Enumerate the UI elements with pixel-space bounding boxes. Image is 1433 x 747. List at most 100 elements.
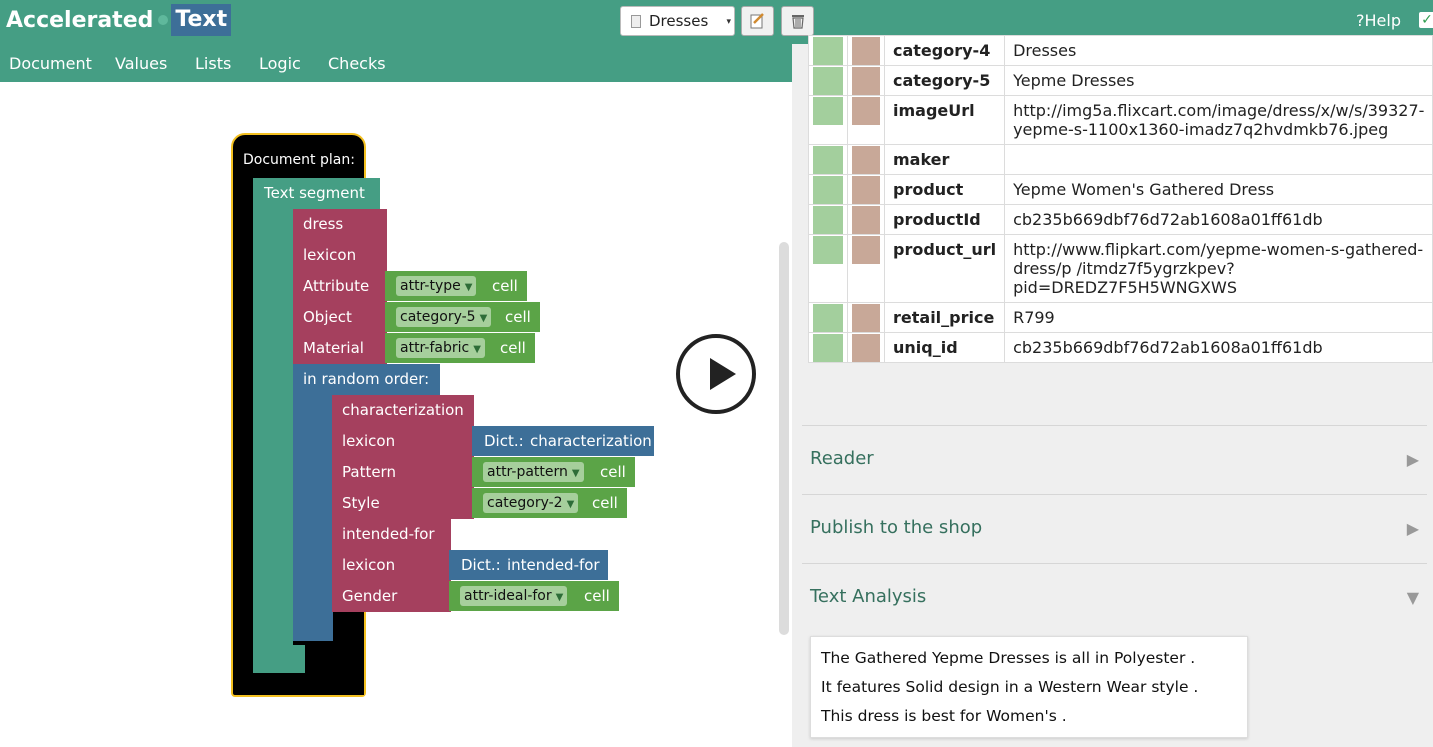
field-value [1004,144,1433,175]
attribute-cell-value: attr-type [400,278,461,294]
table-row: product Yepme Women's Gathered Dress [808,174,1433,205]
value-block-icon[interactable] [813,37,843,65]
object-cell-dropdown[interactable]: category-5 ▼ [396,307,492,327]
value-block-icon[interactable] [813,176,843,204]
field-value: cb235b669dbf76d72ab1608a01ff61db [1004,332,1433,363]
field-value: cb235b669dbf76d72ab1608a01ff61db [1004,204,1433,235]
dropdown-arrow-icon: ▼ [555,592,564,603]
block-category-toolbar: Document Values Lists Logic Checks [0,44,792,82]
value-block-icon[interactable] [813,236,843,264]
dress-lexicon-label: lexicon [303,246,357,264]
dropdown-arrow-icon: ▼ [479,313,488,324]
field-key: imageUrl [883,95,1006,145]
material-label: Material [303,339,364,357]
table-row: retail_price R799 [808,302,1433,333]
dropdown-arrow-icon: ▼ [571,468,580,479]
expand-arrow-icon: ▶ [1406,519,1419,538]
value-block-cell [808,332,848,363]
characterization-dict-value[interactable]: characterization [530,432,652,450]
toolbar-checks[interactable]: Checks [328,54,386,73]
intended-for-dict-value[interactable]: intended-for [507,556,600,574]
intended-for-lexicon-label: lexicon [342,556,396,574]
puzzle-piece-icon[interactable] [852,334,880,362]
workspace-scrollbar[interactable] [779,242,789,635]
data-table: category-4 Dresses category-5 Yepme Dresses… [808,35,1433,363]
pattern-label: Pattern [342,463,396,481]
puzzle-piece-icon[interactable] [852,67,880,95]
puzzle-piece-icon[interactable] [852,206,880,234]
cell-label: cell [505,308,531,326]
field-value: Dresses [1004,35,1433,66]
pattern-cell-dropdown[interactable]: attr-pattern ▼ [483,462,584,482]
value-block-icon[interactable] [813,304,843,332]
cell-label: cell [500,339,526,357]
edit-icon [750,13,764,29]
material-cell-dropdown[interactable]: attr-fabric ▼ [396,338,485,358]
value-block-cell [808,65,848,96]
publish-section[interactable]: Publish to the shop ▶ [802,494,1427,562]
cell-label: cell [584,587,610,605]
check-icon[interactable]: ✓ [1419,12,1433,28]
value-block-icon[interactable] [813,334,843,362]
help-link[interactable]: ?Help [1356,11,1401,30]
value-block-cell [808,204,848,235]
field-value: Yepme Dresses [1004,65,1433,96]
reader-section[interactable]: Reader ▶ [802,425,1427,493]
collapse-arrow-icon: ▼ [1406,588,1419,607]
toolbar-document[interactable]: Document [9,54,92,73]
puzzle-piece-icon[interactable] [852,236,880,264]
document-plan-label: Document plan: [243,152,355,168]
value-block-icon[interactable] [813,146,843,174]
analysis-line: This dress is best for Women's . [821,707,1067,725]
toolbar-values[interactable]: Values [115,54,167,73]
puzzle-piece-icon[interactable] [852,304,880,332]
analysis-line: The Gathered Yepme Dresses is all in Pol… [821,649,1196,667]
field-key: category-5 [883,65,1006,96]
dropdown-arrow-icon: ▼ [473,344,481,355]
play-button[interactable] [676,334,756,414]
reader-title: Reader [810,448,874,469]
field-block-cell [847,204,885,235]
puzzle-piece-icon[interactable] [852,176,880,204]
document-plan-notch-cover [243,676,364,695]
field-key: retail_price [883,302,1006,333]
toolbar-logic[interactable]: Logic [259,54,301,73]
document-select[interactable]: Dresses ▾ [620,6,735,36]
puzzle-piece-icon[interactable] [852,37,880,65]
document-icon [631,14,641,28]
style-cell-dropdown[interactable]: category-2 ▼ [483,493,579,513]
object-cell-value: category-5 [400,309,476,325]
pattern-cell-value: attr-pattern [487,464,568,480]
dress-label: dress [303,215,344,233]
delete-button[interactable] [781,6,814,36]
field-block-cell [847,35,885,66]
text-analysis-section[interactable]: Text Analysis ▼ [802,563,1427,631]
gender-cell-value: attr-ideal-for [464,588,552,604]
text-segment-body [253,210,293,658]
gender-cell-dropdown[interactable]: attr-ideal-for ▼ [460,586,568,606]
value-block-icon[interactable] [813,97,843,125]
logo-dot [158,15,169,25]
field-key: product_url [883,234,1006,303]
app-logo: Accelerated Text [4,4,232,36]
trash-icon [791,15,804,29]
text-segment-label: Text segment [264,184,365,202]
value-block-icon[interactable] [813,206,843,234]
analysis-line: It features Solid design in a Western We… [821,678,1199,696]
object-label: Object [303,308,352,326]
field-key: maker [883,144,1006,175]
field-value: Yepme Women's Gathered Dress [1004,174,1433,205]
attribute-cell-dropdown[interactable]: attr-type ▼ [396,276,477,296]
text-segment-foot [253,645,305,673]
right-panel: category-4 Dresses category-5 Yepme Dresses… [792,35,1433,747]
intended-for-label: intended-for [342,525,435,543]
field-key: category-4 [883,35,1006,66]
puzzle-piece-icon[interactable] [852,97,880,125]
edit-button[interactable] [741,6,774,36]
attribute-label: Attribute [303,277,370,295]
toolbar-lists[interactable]: Lists [195,54,231,73]
puzzle-piece-icon[interactable] [852,146,880,174]
table-row: category-4 Dresses [808,35,1433,66]
field-block-cell [847,95,885,145]
value-block-icon[interactable] [813,67,843,95]
